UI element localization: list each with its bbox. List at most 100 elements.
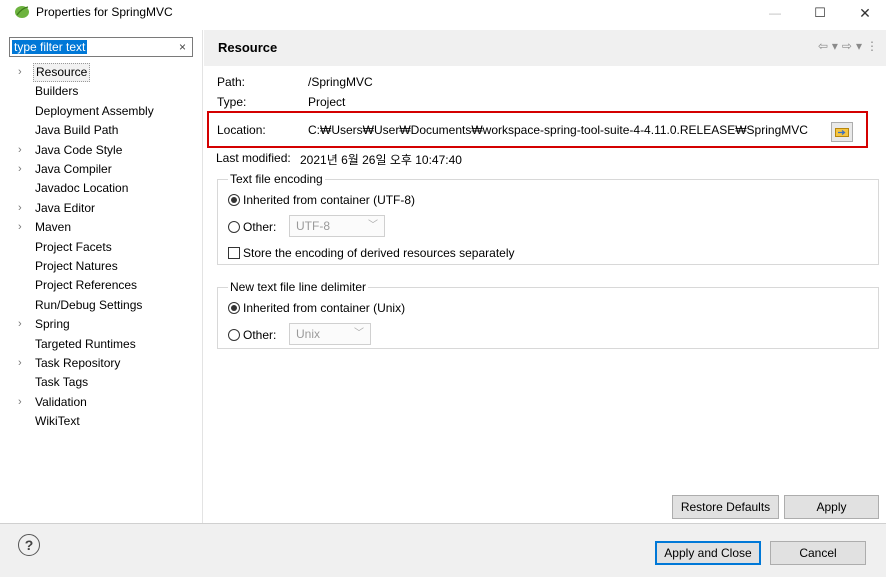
tree-item-java-code-style[interactable]: › Java Code Style: [0, 141, 200, 160]
delimiter-other-label: Other:: [243, 328, 277, 342]
line-delimiter-group: New text file line delimiter Inherited f…: [217, 280, 879, 349]
page-header: Resource ⇦ ▾ ⇨ ▾ ⋮: [204, 30, 886, 66]
tree-item-label: WikiText: [35, 414, 80, 429]
tree-item-label: Spring: [35, 317, 70, 332]
path-label: Path:: [217, 75, 246, 89]
tree-item-project-facets[interactable]: Project Facets: [0, 238, 200, 257]
clear-filter-icon[interactable]: ×: [179, 40, 186, 54]
tree-item-task-repository[interactable]: › Task Repository: [0, 354, 200, 373]
expand-chevron-icon[interactable]: ›: [18, 218, 28, 237]
tree-item-label: Java Code Style: [35, 142, 123, 157]
cancel-button[interactable]: Cancel: [770, 541, 866, 565]
tree-item-label: Run/Debug Settings: [35, 297, 143, 312]
tree-item-label: Maven: [35, 220, 72, 235]
chevron-down-icon: ﹀: [368, 220, 378, 231]
tree-item-label: Java Build Path: [35, 123, 119, 138]
minimize-button[interactable]: —: [754, 0, 796, 26]
tree-item-java-editor[interactable]: › Java Editor: [0, 199, 200, 218]
tree-item-targeted-runtimes[interactable]: Targeted Runtimes: [0, 335, 200, 354]
page-title: Resource: [218, 40, 278, 55]
expand-chevron-icon[interactable]: ›: [18, 354, 28, 373]
chevron-down-icon: ﹀: [354, 328, 364, 339]
delimiter-inherited-radio[interactable]: [228, 302, 240, 314]
last-modified-label: Last modified:: [216, 151, 291, 165]
close-icon: ✕: [859, 4, 871, 21]
title-bar: Properties for SpringMVC — ☐ ✕: [0, 0, 886, 26]
line-delimiter-title: New text file line delimiter: [228, 280, 369, 294]
tree-item-java-compiler[interactable]: › Java Compiler: [0, 160, 200, 179]
back-dropdown-icon[interactable]: ▾: [832, 39, 838, 53]
tree-item-project-natures[interactable]: Project Natures: [0, 257, 200, 276]
store-encoding-checkbox[interactable]: [228, 247, 240, 259]
history-navigation: ⇦ ▾ ⇨ ▾ ⋮: [818, 39, 878, 53]
filter-input-text: type filter text: [12, 40, 88, 54]
encoding-other-label: Other:: [243, 220, 277, 234]
type-value: Project: [308, 95, 346, 109]
expand-chevron-icon[interactable]: ›: [18, 315, 28, 334]
tree-item-label: Deployment Assembly: [35, 103, 154, 118]
tree-item-label: Project References: [35, 278, 138, 293]
tree-item-wikitext[interactable]: WikiText: [0, 412, 200, 431]
tree-item-maven[interactable]: › Maven: [0, 218, 200, 237]
encoding-other-value: UTF-8: [296, 219, 330, 233]
tree-item-run-debug-settings[interactable]: Run/Debug Settings: [0, 296, 200, 315]
apply-button[interactable]: Apply: [784, 495, 879, 519]
tree-item-label: Project Facets: [35, 239, 112, 254]
tree-item-resource[interactable]: › Resource: [0, 63, 200, 82]
tree-item-javadoc-location[interactable]: Javadoc Location: [0, 179, 200, 198]
show-in-explorer-button[interactable]: [831, 122, 853, 142]
delimiter-other-value: Unix: [296, 327, 321, 341]
encoding-other-select[interactable]: UTF-8 ﹀: [289, 215, 385, 237]
expand-chevron-icon[interactable]: ›: [18, 63, 28, 82]
back-arrow-icon[interactable]: ⇦: [818, 39, 828, 53]
dialog-footer: ? Apply and Close Cancel: [0, 524, 886, 577]
store-encoding-label: Store the encoding of derived resources …: [243, 246, 515, 260]
encoding-other-radio[interactable]: [228, 221, 240, 233]
text-encoding-title: Text file encoding: [228, 172, 325, 186]
expand-chevron-icon[interactable]: ›: [18, 393, 28, 412]
last-modified-value: 2021년 6월 26일 오후 10:47:40: [300, 153, 462, 167]
view-menu-icon[interactable]: ⋮: [866, 39, 878, 53]
tree-item-label: Builders: [35, 84, 79, 99]
tree-item-validation[interactable]: › Validation: [0, 393, 200, 412]
tree-item-label: Resource: [33, 63, 91, 82]
forward-dropdown-icon[interactable]: ▾: [856, 39, 862, 53]
encoding-inherited-label: Inherited from container (UTF-8): [243, 193, 416, 207]
expand-chevron-icon[interactable]: ›: [18, 199, 28, 218]
expand-chevron-icon[interactable]: ›: [18, 141, 28, 160]
property-page-navigator: type filter text × › Resource Builders Depl…: [0, 30, 203, 523]
tree-item-label: Javadoc Location: [35, 181, 129, 196]
location-value: C:₩Users₩User₩Documents₩workspace-spring…: [308, 123, 808, 137]
delimiter-inherited-label: Inherited from container (Unix): [243, 301, 406, 315]
text-encoding-group: Text file encoding Inherited from contai…: [217, 172, 879, 265]
maximize-button[interactable]: ☐: [799, 0, 841, 26]
window-title: Properties for SpringMVC: [36, 5, 173, 19]
spring-leaf-icon: [15, 6, 29, 18]
forward-arrow-icon[interactable]: ⇨: [842, 39, 852, 53]
apply-and-close-button[interactable]: Apply and Close: [655, 541, 761, 565]
close-button[interactable]: ✕: [844, 0, 886, 26]
help-icon[interactable]: ?: [18, 534, 40, 556]
tree-item-label: Java Editor: [35, 200, 96, 215]
tree-item-task-tags[interactable]: Task Tags: [0, 373, 200, 392]
tree-item-java-build-path[interactable]: Java Build Path: [0, 121, 200, 140]
filter-input[interactable]: type filter text ×: [9, 37, 193, 57]
restore-defaults-button[interactable]: Restore Defaults: [672, 495, 779, 519]
tree-item-label: Java Compiler: [35, 162, 112, 176]
delimiter-other-radio[interactable]: [228, 329, 240, 341]
type-label: Type:: [217, 95, 247, 109]
tree-item-deployment-assembly[interactable]: Deployment Assembly: [0, 102, 200, 121]
tree-item-label: Task Repository: [35, 356, 121, 370]
expand-chevron-icon[interactable]: ›: [18, 160, 28, 179]
tree-item-label: Validation: [35, 394, 87, 409]
tree-item-spring[interactable]: › Spring: [0, 315, 200, 334]
tree-item-project-references[interactable]: Project References: [0, 276, 200, 295]
open-folder-icon: [835, 128, 849, 137]
delimiter-other-select[interactable]: Unix ﹀: [289, 323, 371, 345]
minimize-icon: —: [769, 6, 781, 20]
tree-item-label: Targeted Runtimes: [35, 336, 136, 351]
tree-item-builders[interactable]: Builders: [0, 82, 200, 101]
encoding-inherited-radio[interactable]: [228, 194, 240, 206]
maximize-icon: ☐: [814, 5, 826, 20]
tree-item-label: Project Natures: [35, 259, 118, 273]
